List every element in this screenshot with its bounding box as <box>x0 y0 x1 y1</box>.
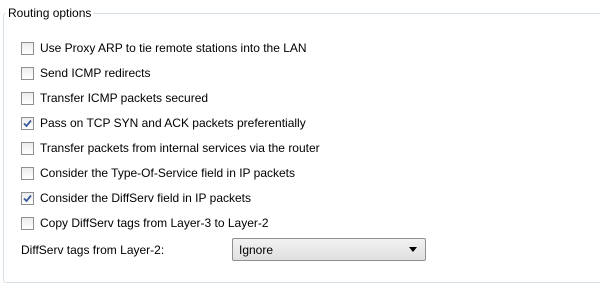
option-label: Consider the DiffServ field in IP packet… <box>40 191 251 205</box>
checkmark-icon <box>23 119 32 128</box>
transfer-internal-services-checkbox[interactable] <box>21 142 34 155</box>
checkmark-icon <box>23 194 32 203</box>
group-title: Routing options <box>6 5 94 21</box>
copy-diffserv-tags-checkbox[interactable] <box>21 217 34 230</box>
diffserv-layer2-value: Ignore <box>239 242 274 257</box>
chevron-down-icon <box>409 247 417 252</box>
use-proxy-arp-checkbox[interactable] <box>21 42 34 55</box>
transfer-icmp-secured-checkbox[interactable] <box>21 92 34 105</box>
option-label: Pass on TCP SYN and ACK packets preferen… <box>40 116 306 130</box>
consider-tos-field-checkbox[interactable] <box>21 167 34 180</box>
option-label: Consider the Type-Of-Service field in IP… <box>40 166 296 180</box>
option-consider-diffserv-field[interactable]: Consider the DiffServ field in IP packet… <box>21 186 320 211</box>
diffserv-layer2-row: DiffServ tags from Layer-2: Ignore <box>21 238 426 261</box>
diffserv-layer2-label: DiffServ tags from Layer-2: <box>21 242 165 257</box>
option-label: Transfer packets from internal services … <box>40 141 320 155</box>
option-consider-tos-field[interactable]: Consider the Type-Of-Service field in IP… <box>21 161 320 186</box>
option-copy-diffserv-tags[interactable]: Copy DiffServ tags from Layer-3 to Layer… <box>21 211 320 236</box>
option-label: Use Proxy ARP to tie remote stations int… <box>40 41 307 55</box>
option-label: Send ICMP redirects <box>40 66 151 80</box>
option-transfer-icmp-secured[interactable]: Transfer ICMP packets secured <box>21 86 320 111</box>
option-label: Transfer ICMP packets secured <box>40 91 209 105</box>
option-send-icmp-redirects[interactable]: Send ICMP redirects <box>21 61 320 86</box>
pass-tcp-syn-ack-checkbox[interactable] <box>21 117 34 130</box>
consider-diffserv-field-checkbox[interactable] <box>21 192 34 205</box>
send-icmp-redirects-checkbox[interactable] <box>21 67 34 80</box>
option-use-proxy-arp[interactable]: Use Proxy ARP to tie remote stations int… <box>21 36 320 61</box>
option-label: Copy DiffServ tags from Layer-3 to Layer… <box>40 216 269 230</box>
option-transfer-internal-services[interactable]: Transfer packets from internal services … <box>21 136 320 161</box>
routing-options-list: Use Proxy ARP to tie remote stations int… <box>21 36 320 236</box>
option-pass-tcp-syn-ack[interactable]: Pass on TCP SYN and ACK packets preferen… <box>21 111 320 136</box>
diffserv-layer2-select[interactable]: Ignore <box>232 238 426 261</box>
